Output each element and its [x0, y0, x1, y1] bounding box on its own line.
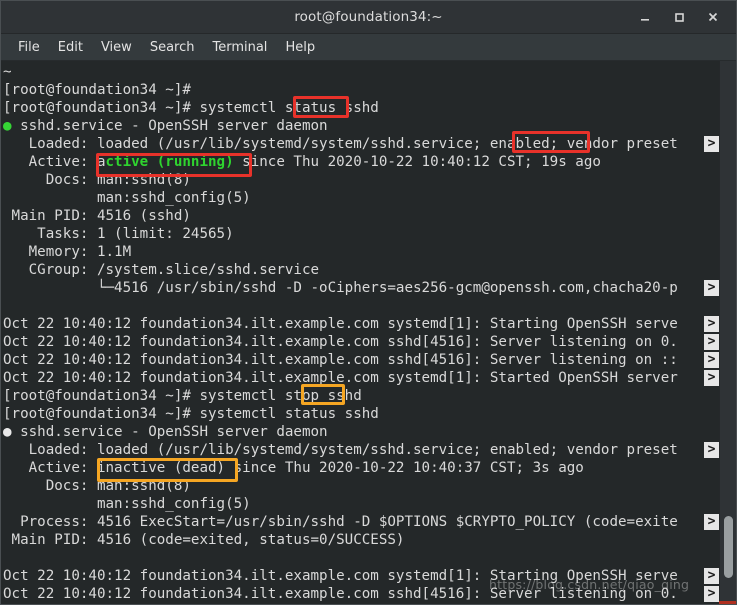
window-titlebar: root@foundation34:~ [1, 1, 736, 34]
menu-file[interactable]: File [9, 37, 49, 58]
terminal-line: └─4516 /usr/sbin/sshd -D -oCiphers=aes25… [3, 279, 719, 297]
terminal-line-text: [root@foundation34 ~]# systemctl status … [3, 100, 379, 116]
menu-view[interactable]: View [92, 37, 141, 58]
terminal-line-text: Oct 22 10:40:12 foundation34.ilt.example… [3, 586, 678, 602]
close-button[interactable] [696, 4, 730, 30]
terminal-scrollbar[interactable] [719, 61, 736, 604]
line-continuation-marker: > [704, 136, 719, 152]
menu-search[interactable]: Search [141, 37, 204, 58]
terminal-line-text: Oct 22 10:40:12 foundation34.ilt.example… [3, 316, 678, 332]
terminal-line: Main PID: 4516 (sshd) [3, 207, 719, 225]
terminal-line-text: ~ [3, 64, 12, 80]
line-continuation-marker: > [704, 568, 719, 584]
terminal-line: Docs: man:sshd(8) [3, 477, 719, 495]
terminal-line: [root@foundation34 ~]# systemctl status … [3, 99, 719, 117]
terminal-line: Oct 22 10:40:12 foundation34.ilt.example… [3, 351, 719, 369]
minimize-button[interactable] [628, 4, 662, 30]
terminal-line: ● sshd.service - OpenSSH server daemon [3, 423, 719, 441]
terminal-line: ~ [3, 63, 719, 81]
line-continuation-marker: > [704, 442, 719, 458]
terminal-line: Main PID: 4516 (code=exited, status=0/SU… [3, 531, 719, 549]
terminal-line-text: [root@foundation34 ~]# systemctl status … [3, 406, 379, 422]
line-continuation-marker: > [704, 370, 719, 386]
terminal-line-text: └─4516 /usr/sbin/sshd -D -oCiphers=aes25… [3, 280, 678, 296]
terminal-line-text: sshd.service - OpenSSH server daemon [11, 424, 328, 440]
terminal-line: Active: inactive (dead) since Thu 2020-1… [3, 459, 719, 477]
terminal-line-text: Main PID: 4516 (code=exited, status=0/SU… [3, 532, 405, 548]
menu-terminal[interactable]: Terminal [203, 37, 276, 58]
terminal-line-text: Oct 22 10:40:12 foundation34.ilt.example… [3, 334, 678, 350]
terminal-line-text: man:sshd_config(5) [3, 190, 251, 206]
terminal-line: Oct 22 10:40:12 foundation34.ilt.example… [3, 567, 719, 585]
line-continuation-marker: > [704, 334, 719, 350]
terminal-line: Oct 22 10:40:12 foundation34.ilt.example… [3, 369, 719, 387]
terminal-line-text: Docs: man:sshd(8) [3, 478, 191, 494]
line-continuation-marker: > [704, 280, 719, 296]
terminal-line-text: Oct 22 10:40:12 foundation34.ilt.example… [3, 568, 678, 584]
scrollbar-thumb[interactable] [724, 516, 733, 578]
terminal-line-text: Process: 4516 ExecStart=/usr/sbin/sshd -… [3, 514, 678, 530]
terminal-area: ~ [root@foundation34 ~]# [root@foundation3… [1, 61, 736, 604]
close-icon [708, 12, 718, 22]
terminal-line: CGroup: /system.slice/sshd.service [3, 261, 719, 279]
terminal-line-text: since Thu 2020-10-22 10:40:12 CST; 19s a… [242, 154, 601, 170]
active-running-text: ctive (running) [105, 154, 243, 170]
line-continuation-marker: > [704, 316, 719, 332]
terminal-line-text: Oct 22 10:40:12 foundation34.ilt.example… [3, 370, 678, 386]
terminal-line-text: CGroup: /system.slice/sshd.service [3, 262, 320, 278]
terminal-line: Docs: man:sshd(8) [3, 171, 719, 189]
terminal-line-text: [root@foundation34 ~]# systemctl stop ss… [3, 388, 362, 404]
terminal-line-text: Tasks: 1 (limit: 24565) [3, 226, 234, 242]
window-title: root@foundation34:~ [294, 9, 443, 25]
terminal-line-text: Docs: man:sshd(8) [3, 172, 191, 188]
menu-help[interactable]: Help [276, 37, 324, 58]
terminal-line: ● sshd.service - OpenSSH server daemon [3, 117, 719, 135]
terminal-line-text: Active: inactive (dead) since Thu 2020-1… [3, 460, 584, 476]
terminal-window: root@foundation34:~ File Edit View Searc… [0, 0, 737, 605]
window-controls [628, 4, 736, 30]
menu-edit[interactable]: Edit [49, 37, 92, 58]
maximize-icon [675, 13, 684, 22]
terminal-line: [root@foundation34 ~]# systemctl status … [3, 405, 719, 423]
terminal-line-text: Main PID: 4516 (sshd) [3, 208, 191, 224]
terminal-line-text: Loaded: loaded (/usr/lib/systemd/system/… [3, 136, 678, 152]
maximize-button[interactable] [662, 4, 696, 30]
terminal-line-text: [root@foundation34 ~]# [3, 82, 191, 98]
service-status-dot: ● [3, 118, 12, 134]
terminal-line: Loaded: loaded (/usr/lib/systemd/system/… [3, 441, 719, 459]
service-status-dot: ● [3, 424, 12, 440]
terminal-line-text: Active: a [3, 154, 106, 170]
terminal-line: Oct 22 10:40:12 foundation34.ilt.example… [3, 585, 719, 603]
terminal-line-text: sshd.service - OpenSSH server daemon [11, 118, 328, 134]
terminal-line-text: Loaded: loaded (/usr/lib/systemd/system/… [3, 442, 678, 458]
terminal-line: [root@foundation34 ~]# systemctl stop ss… [3, 387, 719, 405]
line-continuation-marker: > [704, 514, 719, 530]
terminal-line: man:sshd_config(5) [3, 495, 719, 513]
terminal-line: Memory: 1.1M [3, 243, 719, 261]
terminal-line: man:sshd_config(5) [3, 189, 719, 207]
menubar: File Edit View Search Terminal Help [1, 34, 736, 61]
terminal-line: Process: 4516 ExecStart=/usr/sbin/sshd -… [3, 513, 719, 531]
line-continuation-marker: > [704, 586, 719, 602]
minimize-icon [641, 19, 649, 21]
line-continuation-marker: > [704, 352, 719, 368]
terminal-line: Loaded: loaded (/usr/lib/systemd/system/… [3, 135, 719, 153]
terminal-line: Oct 22 10:40:12 foundation34.ilt.example… [3, 333, 719, 351]
terminal-line-text: Memory: 1.1M [3, 244, 132, 260]
terminal-line-text: man:sshd_config(5) [3, 496, 251, 512]
terminal-line: Oct 22 10:40:12 foundation34.ilt.example… [3, 315, 719, 333]
bottom-accent-bar [719, 601, 736, 604]
terminal-line: Active: active (running) since Thu 2020-… [3, 153, 719, 171]
terminal-line: [root@foundation34 ~]# [3, 81, 719, 99]
terminal-output[interactable]: ~ [root@foundation34 ~]# [root@foundation3… [1, 61, 719, 604]
terminal-line: Tasks: 1 (limit: 24565) [3, 225, 719, 243]
terminal-line-text: Oct 22 10:40:12 foundation34.ilt.example… [3, 352, 678, 368]
